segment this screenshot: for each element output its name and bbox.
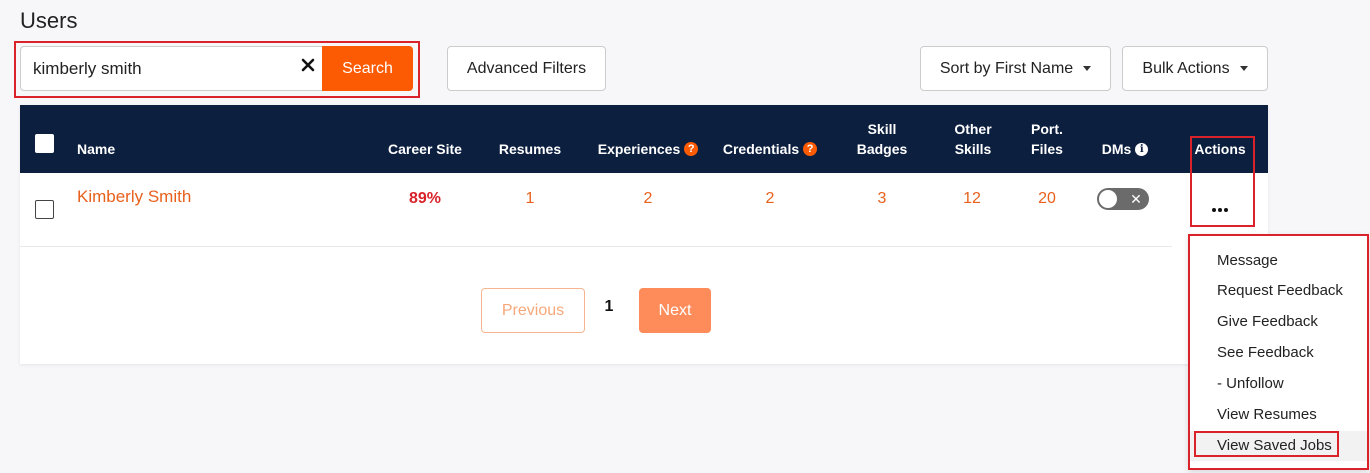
- more-icon[interactable]: [1209, 198, 1231, 218]
- users-table: Name Career Site Resumes Experiences ? C…: [20, 105, 1268, 364]
- column-header-dms: DMs i: [1100, 139, 1150, 159]
- next-page-button[interactable]: Next: [639, 288, 711, 333]
- column-label: Resumes: [498, 141, 562, 157]
- toggle-off-icon: ✕: [1130, 191, 1142, 207]
- column-label: Badges: [856, 141, 908, 157]
- row-checkbox[interactable]: [35, 200, 54, 219]
- column-header-port-files: Port. Files: [1026, 119, 1068, 159]
- column-label: Name: [77, 141, 116, 157]
- sort-label: Sort by First Name: [939, 59, 1074, 77]
- info-icon[interactable]: i: [1135, 142, 1149, 156]
- menu-item-view-resumes[interactable]: View Resumes: [1190, 400, 1367, 430]
- chevron-down-icon: [1083, 66, 1092, 71]
- table-header: Name Career Site Resumes Experiences ? C…: [20, 105, 1268, 173]
- current-page-number[interactable]: 1: [602, 298, 616, 316]
- column-header-skill-badges: Skill Badges: [856, 119, 908, 159]
- advanced-filters-label: Advanced Filters: [466, 59, 587, 77]
- column-label: Port.: [1031, 121, 1063, 137]
- menu-item-see-feedback[interactable]: See Feedback: [1190, 338, 1367, 368]
- column-label: Other: [954, 121, 992, 137]
- page-title: Users: [20, 8, 78, 33]
- skill-badges-count[interactable]: 3: [862, 190, 902, 208]
- column-label: Skill: [867, 121, 897, 137]
- credentials-count[interactable]: 2: [750, 190, 790, 208]
- column-header-credentials: Credentials ?: [720, 139, 820, 159]
- other-skills-count[interactable]: 12: [952, 190, 992, 208]
- column-header-other-skills: Other Skills: [949, 119, 997, 159]
- column-label: DMs: [1101, 141, 1132, 157]
- column-label: Experiences: [597, 141, 681, 157]
- select-all-checkbox[interactable]: [35, 134, 54, 153]
- career-site-value: 89%: [408, 190, 442, 207]
- chevron-down-icon: [1239, 66, 1248, 71]
- previous-page-button[interactable]: Previous: [481, 288, 585, 333]
- column-header-experiences: Experiences ?: [595, 139, 701, 159]
- help-icon[interactable]: ?: [684, 142, 699, 156]
- column-label: Files: [1031, 141, 1063, 157]
- port-files-count[interactable]: 20: [1027, 190, 1067, 208]
- menu-item-message[interactable]: Message: [1190, 246, 1367, 276]
- column-label: Skills: [954, 141, 992, 157]
- toggle-knob: [1099, 190, 1117, 208]
- bulk-actions-label: Bulk Actions: [1142, 59, 1230, 77]
- menu-item-request-feedback[interactable]: Request Feedback: [1190, 276, 1367, 306]
- search-input[interactable]: [33, 47, 293, 90]
- column-header-resumes: Resumes: [495, 139, 565, 159]
- users-page: Users Search Advanced Filters Sort by Fi…: [0, 0, 1370, 473]
- help-icon[interactable]: ?: [803, 142, 818, 156]
- advanced-filters-button[interactable]: Advanced Filters: [447, 46, 606, 91]
- resumes-count[interactable]: 1: [510, 190, 550, 208]
- column-label: Career Site: [388, 141, 462, 157]
- user-name-link[interactable]: Kimberly Smith: [77, 187, 191, 207]
- column-header-name[interactable]: Name: [77, 139, 115, 159]
- search-box: [20, 46, 322, 91]
- column-label: Credentials: [722, 141, 800, 157]
- search-button[interactable]: Search: [322, 46, 413, 91]
- menu-item-give-feedback[interactable]: Give Feedback: [1190, 307, 1367, 337]
- dms-toggle[interactable]: ✕: [1097, 188, 1149, 210]
- sort-dropdown-button[interactable]: Sort by First Name: [920, 46, 1111, 91]
- view-saved-jobs-highlight-box: [1194, 431, 1339, 457]
- menu-item-unfollow[interactable]: - Unfollow: [1190, 369, 1367, 399]
- row-divider: [20, 246, 1172, 247]
- bulk-actions-button[interactable]: Bulk Actions: [1122, 46, 1268, 91]
- column-header-career-site: Career Site: [382, 139, 468, 159]
- experiences-count[interactable]: 2: [628, 190, 668, 208]
- close-icon[interactable]: [300, 57, 316, 73]
